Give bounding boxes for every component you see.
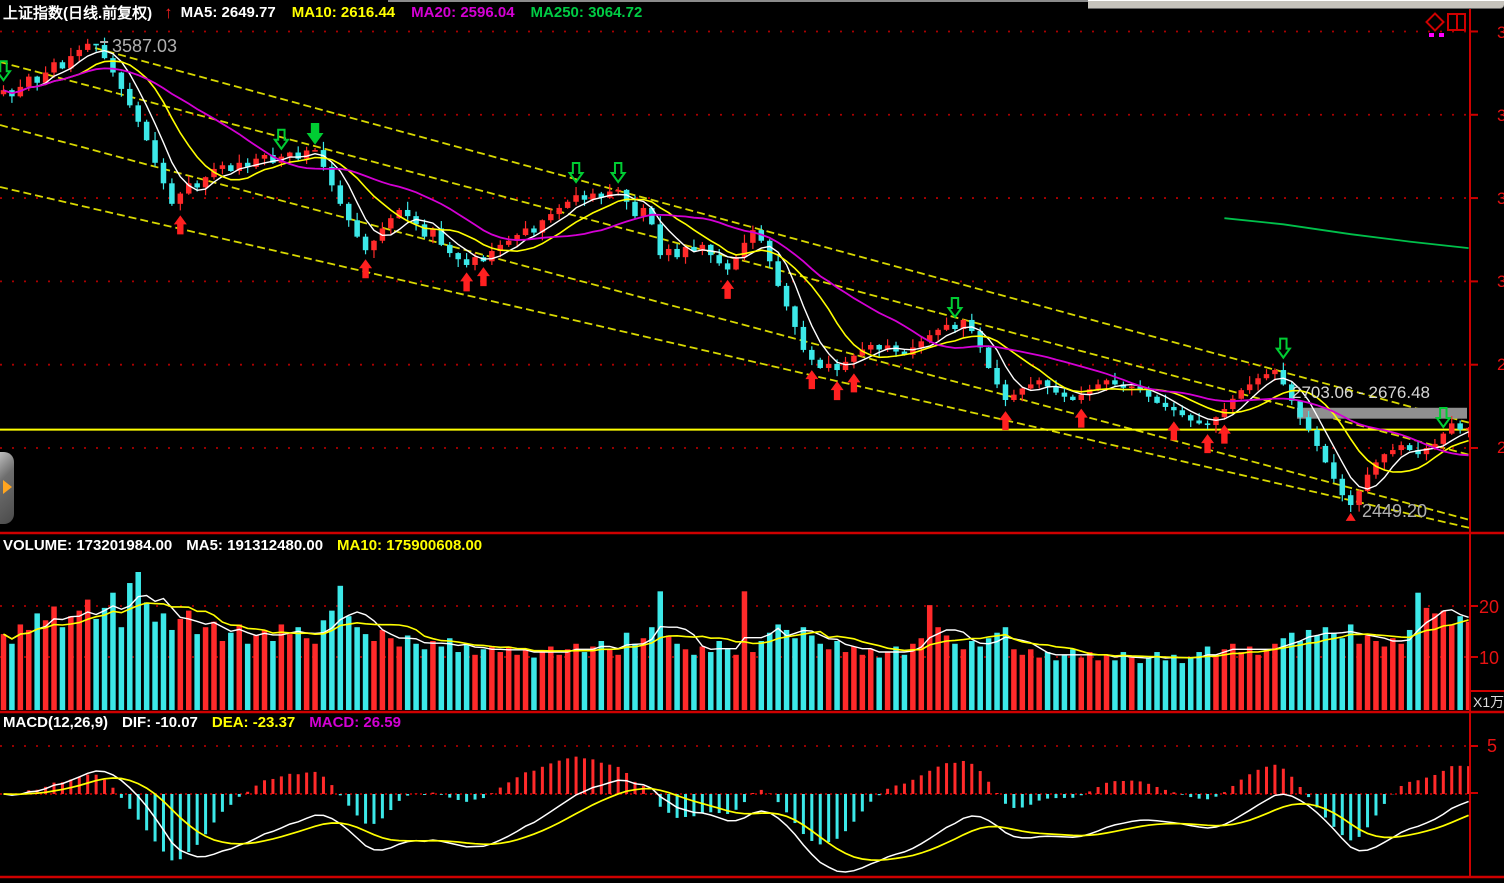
peak-price-label: 3587.03 <box>112 36 177 57</box>
price-chart-svg[interactable] <box>0 0 1504 883</box>
axis-digit-sliver: 2 <box>1497 438 1504 456</box>
ma5-value: MA5: 2649.77 <box>181 4 276 21</box>
axis-digit-sliver: 3 <box>1497 106 1504 124</box>
axis-digit-sliver: 3 <box>1497 189 1504 207</box>
dea-value: DEA: -23.37 <box>212 714 295 731</box>
volume-axis-label: 10 <box>1479 648 1499 669</box>
volume-unit-label: X1万 <box>1471 690 1504 711</box>
scrollbar-strip[interactable] <box>1088 0 1504 9</box>
magenta-dot-marker <box>1439 33 1444 37</box>
sidebar-expander-handle[interactable] <box>0 452 14 524</box>
magenta-dot-marker <box>1429 33 1434 37</box>
macd-header: MACD(12,26,9) DIF: -10.07 DEA: -23.37 MA… <box>3 714 401 731</box>
volume-ma10-value: MA10: 175900608.00 <box>337 537 482 554</box>
macd-axis-label: 5 <box>1487 736 1497 757</box>
ma10-value: MA10: 2616.44 <box>292 4 395 21</box>
volume-value: VOLUME: 173201984.00 <box>3 537 172 554</box>
main-chart-header: 上证指数(日线.前复权) ↑ MA5: 2649.77 MA10: 2616.4… <box>3 2 642 23</box>
axis-digit-sliver: 3 <box>1497 23 1504 41</box>
axis-digit-sliver: 3 <box>1497 272 1504 290</box>
split-pane-icon[interactable] <box>1447 13 1466 31</box>
volume-axis-label: 20 <box>1479 597 1499 618</box>
macd-name: MACD(12,26,9) <box>3 714 108 731</box>
up-arrow-icon: ↑ <box>164 3 173 23</box>
volume-ma5-value: MA5: 191312480.00 <box>186 537 323 554</box>
ma250-value: MA250: 3064.72 <box>531 4 643 21</box>
expand-right-icon <box>3 480 12 494</box>
dif-value: DIF: -10.07 <box>122 714 198 731</box>
ma20-value: MA20: 2596.04 <box>411 4 514 21</box>
axis-digit-sliver: 2 <box>1497 355 1504 373</box>
gap-range-label: 2703.06 - 2676.48 <box>1292 383 1430 403</box>
instrument-title: 上证指数(日线.前复权) <box>3 2 152 23</box>
macd-value: MACD: 26.59 <box>309 714 401 731</box>
volume-header: VOLUME: 173201984.00 MA5: 191312480.00 M… <box>3 537 482 554</box>
low-price-label: 2449.20 <box>1362 501 1427 522</box>
trading-app-window: 上证指数(日线.前复权) ↑ MA5: 2649.77 MA10: 2616.4… <box>0 0 1504 883</box>
